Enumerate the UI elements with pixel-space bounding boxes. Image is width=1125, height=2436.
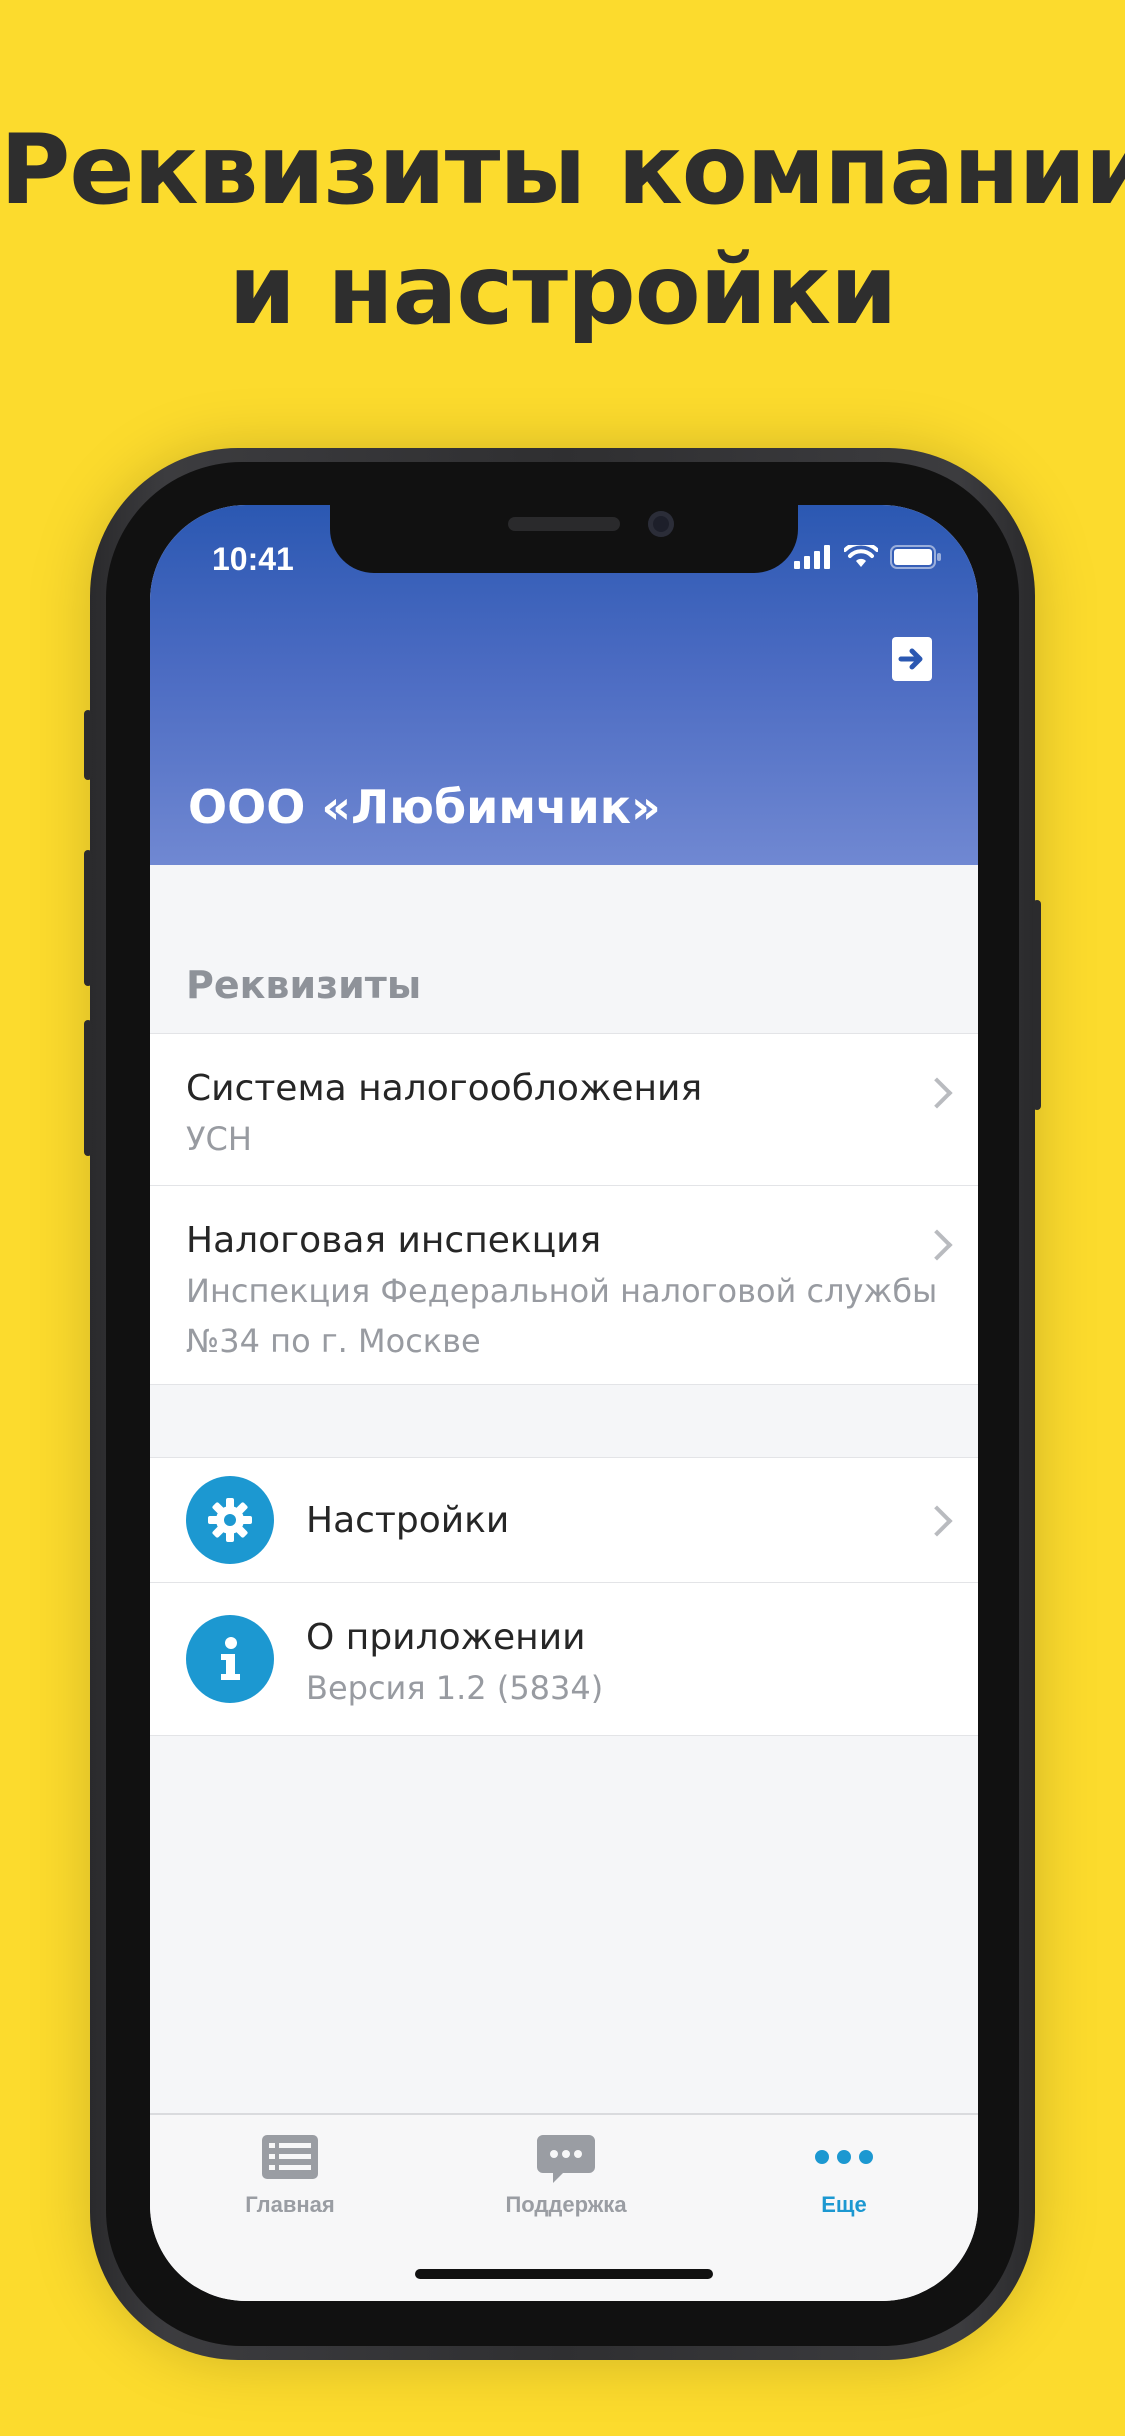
row-tax-system[interactable]: Система налогообложения УСН: [150, 1034, 978, 1185]
requisites-group: Система налогообложения УСН Налоговая ин…: [150, 1033, 978, 1385]
phone-speaker: [508, 517, 620, 531]
logout-button[interactable]: [892, 637, 932, 681]
headline-line-2: и настройки: [228, 234, 898, 346]
menu-item-label: Настройки: [306, 1500, 510, 1541]
tab-more[interactable]: Еще: [744, 2135, 944, 2218]
promo-headline: Реквизиты компании и настройки: [0, 110, 1125, 350]
info-icon: [221, 1637, 240, 1680]
tab-bar: Главная Поддержка Еще: [150, 2113, 978, 2301]
menu-item-settings[interactable]: Настройки: [150, 1458, 978, 1582]
tab-label: Главная: [245, 2192, 335, 2217]
chevron-right-icon: [921, 1229, 953, 1261]
row-title: Налоговая инспекция: [186, 1220, 602, 1261]
list-icon: [262, 2135, 318, 2179]
status-time: 10:41: [212, 541, 294, 577]
company-name: ООО «Любимчик»: [188, 780, 661, 834]
wifi-icon: [844, 545, 878, 567]
phone-mute-switch: [84, 710, 92, 780]
logout-icon: [898, 648, 923, 670]
section-title-requisites: Реквизиты: [186, 963, 422, 1007]
phone-screen: 10:41 ООО «Любимчик» Реквизиты Система н…: [150, 505, 978, 2301]
phone-camera: [648, 511, 674, 537]
chevron-right-icon: [921, 1505, 953, 1537]
menu-item-about[interactable]: О приложении Версия 1.2 (5834): [150, 1582, 978, 1735]
gear-icon: [208, 1498, 252, 1542]
phone-notch: [330, 505, 798, 573]
row-tax-office[interactable]: Налоговая инспекция Инспекция Федерально…: [150, 1185, 978, 1384]
subtitle-line: Инспекция Федеральной налоговой службы: [186, 1272, 938, 1310]
home-indicator[interactable]: [415, 2269, 713, 2279]
tab-label: Еще: [821, 2192, 867, 2217]
chevron-right-icon: [921, 1077, 953, 1109]
tab-home[interactable]: Главная: [190, 2135, 390, 2218]
about-icon-badge: [186, 1615, 274, 1703]
status-icons: [794, 545, 942, 569]
signal-icon: [794, 545, 830, 569]
subtitle-line: №34 по г. Москве: [186, 1322, 481, 1360]
phone-power-button: [1033, 900, 1041, 1110]
phone-volume-up: [84, 850, 92, 986]
menu-group: Настройки О приложении Версия 1.2 (5834): [150, 1457, 978, 1736]
subtitle-line: УСН: [186, 1120, 252, 1158]
app-version: Версия 1.2 (5834): [306, 1669, 604, 1707]
battery-icon: [890, 545, 941, 569]
row-title: Система налогообложения: [186, 1068, 703, 1109]
row-subtitle: УСН: [186, 1114, 252, 1164]
tab-support[interactable]: Поддержка: [466, 2135, 666, 2218]
more-dots-icon: [815, 2150, 873, 2164]
chat-bubble-icon: [537, 2135, 595, 2183]
settings-icon-badge: [186, 1476, 274, 1564]
row-subtitle: Инспекция Федеральной налоговой службы №…: [186, 1266, 937, 1366]
menu-item-label: О приложении: [306, 1617, 586, 1658]
headline-line-1: Реквизиты компании: [0, 114, 1125, 226]
phone-volume-down: [84, 1020, 92, 1156]
tab-label: Поддержка: [505, 2192, 627, 2217]
